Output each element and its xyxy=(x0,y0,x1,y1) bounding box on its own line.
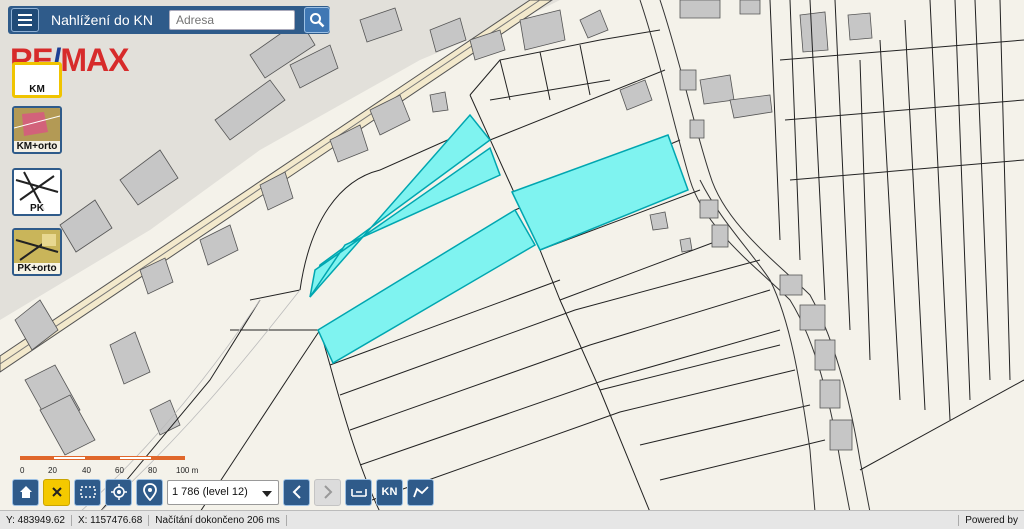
locate-button[interactable] xyxy=(105,478,132,506)
layer-km-orto-button[interactable]: KM+orto xyxy=(12,106,62,154)
chevron-down-icon xyxy=(262,490,272,497)
map-pin-button[interactable] xyxy=(136,478,163,506)
measure-button[interactable] xyxy=(345,478,372,506)
map-pin-icon xyxy=(142,483,157,501)
scale-segment xyxy=(53,456,86,460)
cadastral-map[interactable] xyxy=(0,0,1024,512)
top-bar: Nahlížení do KN xyxy=(8,6,330,34)
scale-segment xyxy=(20,456,53,460)
status-bar: Y: 483949.62 X: 1157476.68 Načítání doko… xyxy=(0,510,1024,529)
status-filler xyxy=(287,511,958,529)
app-title: Nahlížení do KN xyxy=(51,12,153,28)
scale-label: 0 xyxy=(20,466,25,475)
clear-selection-button[interactable] xyxy=(43,478,70,506)
forward-button[interactable] xyxy=(314,478,341,506)
select-area-button[interactable] xyxy=(74,478,101,506)
layer-label: PK xyxy=(14,203,60,214)
menu-button[interactable] xyxy=(11,8,39,32)
layer-label: PK+orto xyxy=(14,263,60,274)
locate-icon xyxy=(110,484,127,500)
scale-bar: 0 20 40 60 80 100 m xyxy=(20,456,200,478)
scale-label: 40 xyxy=(82,466,91,475)
scale-dropdown[interactable]: 1 786 (level 12) xyxy=(167,479,279,505)
scale-label: 100 m xyxy=(176,466,199,475)
layer-label: KM xyxy=(15,84,59,95)
scale-dropdown-value: 1 786 (level 12) xyxy=(172,486,248,498)
x-coordinate: X: 1157476.68 xyxy=(72,514,150,526)
draw-icon xyxy=(412,486,429,498)
powered-by-text: Powered by xyxy=(958,514,1024,526)
home-icon xyxy=(19,486,32,498)
scale-segment xyxy=(86,456,119,460)
scale-label: 20 xyxy=(48,466,57,475)
close-icon xyxy=(51,487,62,497)
load-status: Načítání dokončeno 206 ms xyxy=(149,514,287,526)
select-area-icon xyxy=(79,486,96,498)
scale-segment xyxy=(152,456,185,460)
address-search-input[interactable] xyxy=(169,10,295,30)
scale-label: 60 xyxy=(115,466,124,475)
y-coordinate: Y: 483949.62 xyxy=(0,514,72,526)
kn-icon: KN xyxy=(381,486,398,498)
search-icon xyxy=(310,13,325,28)
kn-button[interactable]: KN xyxy=(376,478,403,506)
back-icon xyxy=(292,485,301,499)
map-toolbar: 1 786 (level 12) KN xyxy=(12,478,434,506)
forward-icon xyxy=(323,485,332,499)
layer-label: KM+orto xyxy=(14,141,60,152)
search-button[interactable] xyxy=(304,7,330,33)
measure-icon xyxy=(350,489,367,497)
back-button[interactable] xyxy=(283,478,310,506)
layer-pk-button[interactable]: PK xyxy=(12,168,62,216)
home-button[interactable] xyxy=(12,478,39,506)
layer-pk-orto-button[interactable]: PK+orto xyxy=(12,228,62,276)
draw-button[interactable] xyxy=(407,478,434,506)
hamburger-icon xyxy=(18,14,32,16)
scale-segment xyxy=(119,456,152,460)
layer-km-button[interactable]: KM xyxy=(12,62,62,98)
scale-label: 80 xyxy=(148,466,157,475)
